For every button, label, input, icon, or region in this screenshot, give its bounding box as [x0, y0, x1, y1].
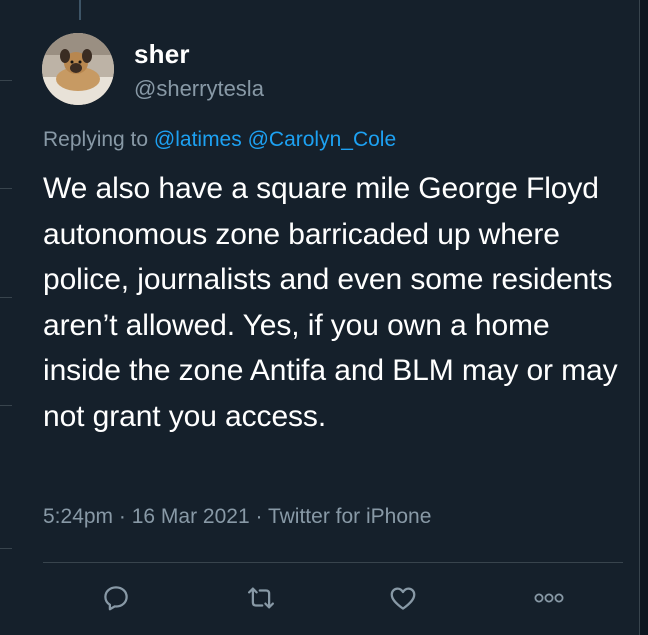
thread-connector-line — [79, 0, 81, 20]
like-button[interactable] — [385, 580, 421, 616]
right-edge — [639, 0, 648, 635]
meta-separator: · — [118, 505, 126, 528]
avatar[interactable] — [42, 33, 114, 105]
reply-icon — [104, 586, 128, 611]
tweet-source[interactable]: Twitter for iPhone — [268, 505, 431, 528]
meta-separator: · — [255, 505, 263, 528]
gutter-divider — [0, 548, 12, 549]
mention-carolyn-cole[interactable]: @Carolyn_Cole — [248, 128, 397, 151]
replying-prefix: Replying to — [43, 128, 149, 151]
tweet-date[interactable]: 16 Mar 2021 — [132, 505, 250, 528]
replying-to: Replying to @latimes @Carolyn_Cole — [43, 128, 396, 152]
display-name[interactable]: sher — [134, 39, 190, 70]
left-gutter — [0, 0, 12, 635]
gutter-divider — [0, 405, 12, 406]
heart-icon — [390, 587, 416, 610]
gutter-divider — [0, 188, 12, 189]
retweet-button[interactable] — [243, 580, 279, 616]
more-button[interactable] — [531, 580, 567, 616]
retweet-icon — [248, 587, 274, 609]
mention-latimes[interactable]: @latimes — [154, 128, 242, 151]
avatar-dog-photo — [42, 33, 114, 105]
gutter-divider — [0, 297, 12, 298]
tweet-text: We also have a square mile George Floyd … — [43, 172, 618, 433]
tweet-meta: 5:24pm · 16 Mar 2021 · Twitter for iPhon… — [43, 505, 431, 529]
tweet-time[interactable]: 5:24pm — [43, 505, 113, 528]
gutter-divider — [0, 80, 12, 81]
reply-button[interactable] — [98, 580, 134, 616]
user-handle[interactable]: @sherrytesla — [134, 76, 264, 102]
more-icon — [534, 593, 564, 603]
action-divider — [43, 562, 623, 563]
